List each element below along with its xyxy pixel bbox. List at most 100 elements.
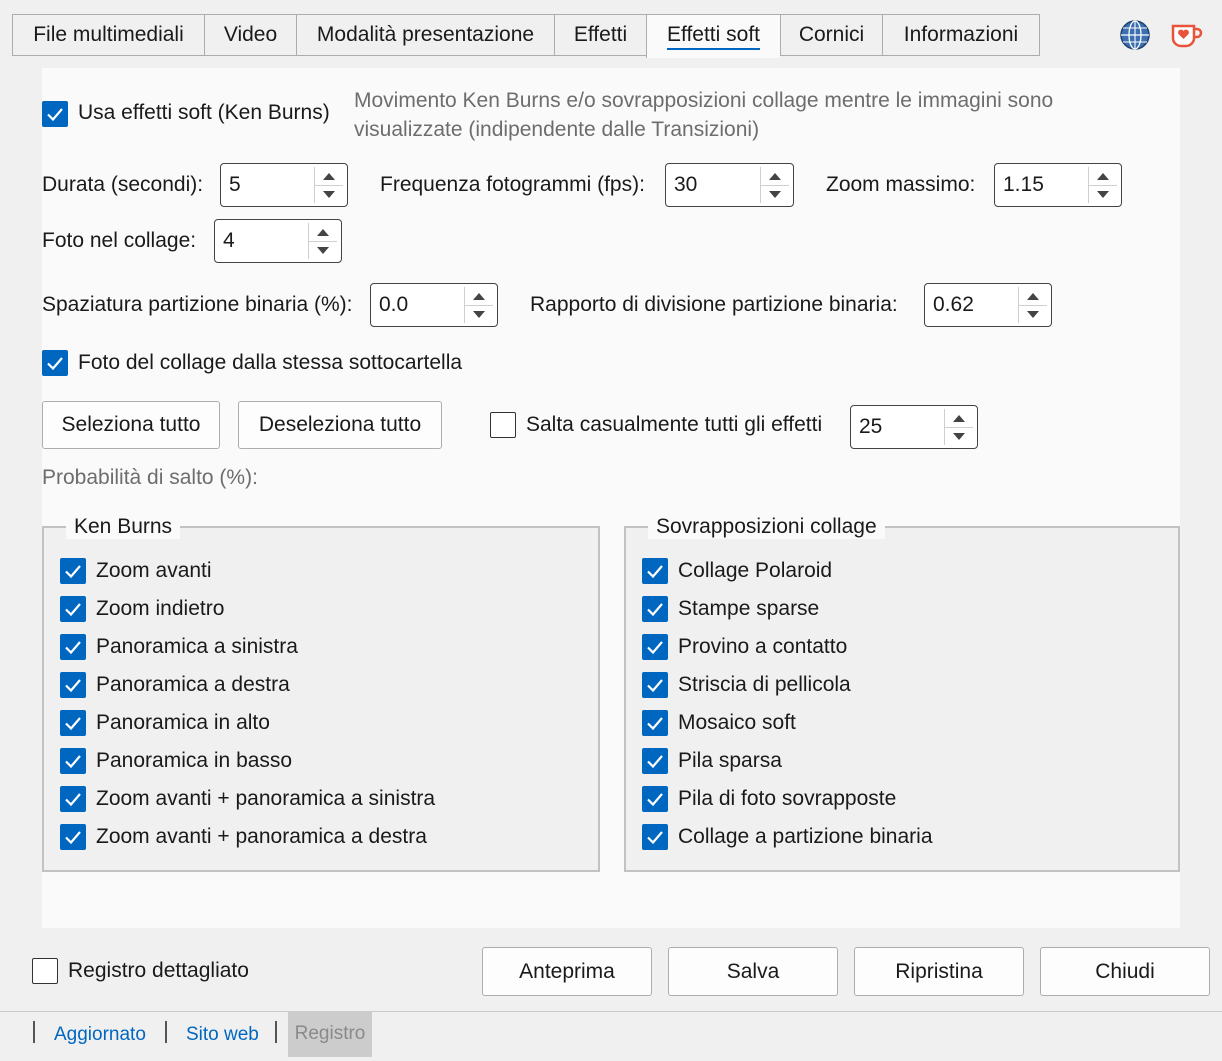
- tab-media-files[interactable]: File multimediali: [12, 14, 204, 56]
- verbose-log-checkbox[interactable]: [32, 958, 58, 984]
- list-item-label: Panoramica in basso: [96, 749, 293, 772]
- status-separator: [275, 1021, 277, 1043]
- max-zoom-value: 1.15: [1003, 173, 1044, 196]
- list-item-checkbox[interactable]: [642, 786, 668, 812]
- list-item-checkbox[interactable]: [60, 786, 86, 812]
- list-item-checkbox[interactable]: [642, 824, 668, 850]
- list-item-checkbox[interactable]: [642, 558, 668, 584]
- list-item-label: Zoom avanti + panoramica a destra: [96, 825, 427, 848]
- tab-info[interactable]: Informazioni: [882, 14, 1040, 56]
- list-item-checkbox[interactable]: [60, 672, 86, 698]
- collage-photos-spinner[interactable]: 4: [214, 219, 342, 263]
- same-folder-checkbox[interactable]: [42, 350, 68, 376]
- tab-presentation-mode[interactable]: Modalità presentazione: [296, 14, 554, 56]
- close-button[interactable]: Chiudi: [1040, 947, 1210, 996]
- triangle-down-icon: [953, 432, 965, 440]
- bsp-ratio-spinner[interactable]: 0.62: [924, 283, 1052, 327]
- reset-button[interactable]: Ripristina: [854, 947, 1024, 996]
- triangle-up-icon: [473, 292, 485, 300]
- spin-down-button[interactable]: [315, 185, 343, 203]
- list-item-label: Panoramica a destra: [96, 673, 290, 696]
- list-item-checkbox[interactable]: [60, 596, 86, 622]
- list-item-label: Zoom avanti: [96, 559, 212, 582]
- tab-effects[interactable]: Effetti: [554, 14, 646, 56]
- status-separator: [165, 1021, 167, 1043]
- list-item-checkbox[interactable]: [60, 558, 86, 584]
- triangle-up-icon: [769, 172, 781, 180]
- list-item-label: Mosaico soft: [678, 711, 796, 734]
- tab-video[interactable]: Video: [204, 14, 296, 56]
- list-item-label: Collage Polaroid: [678, 559, 833, 582]
- triangle-up-icon: [323, 172, 335, 180]
- max-zoom-label: Zoom massimo:: [826, 173, 976, 196]
- list-item-checkbox[interactable]: [642, 634, 668, 660]
- select-all-button[interactable]: Seleziona tutto: [42, 401, 220, 449]
- verbose-log-label: Registro dettagliato: [68, 959, 249, 982]
- save-button[interactable]: Salva: [668, 947, 838, 996]
- list-item-checkbox[interactable]: [642, 748, 668, 774]
- spin-up-button[interactable]: [1089, 167, 1117, 186]
- list-item-label: Pila di foto sovrapposte: [678, 787, 897, 810]
- bsp-ratio-label: Rapporto di divisione partizione binaria…: [530, 293, 898, 316]
- list-item-checkbox[interactable]: [642, 710, 668, 736]
- skip-probability-spinner[interactable]: 25: [850, 405, 978, 449]
- list-item-checkbox[interactable]: [60, 748, 86, 774]
- list-item-label: Striscia di pellicola: [678, 673, 851, 696]
- preview-button[interactable]: Anteprima: [482, 947, 652, 996]
- check-icon: [47, 108, 63, 122]
- tab-frames[interactable]: Cornici: [780, 14, 882, 56]
- list-item-label: Zoom avanti + panoramica a sinistra: [96, 787, 436, 810]
- check-icon: [647, 641, 663, 655]
- spin-down-button[interactable]: [761, 185, 789, 203]
- triangle-up-icon: [317, 228, 329, 236]
- updated-link[interactable]: Aggiornato: [54, 1024, 146, 1046]
- spin-up-button[interactable]: [315, 167, 343, 186]
- tab-soft-effects[interactable]: Effetti soft: [646, 14, 780, 58]
- spin-down-button[interactable]: [309, 241, 337, 259]
- fps-label: Frequenza fotogrammi (fps):: [380, 173, 645, 196]
- skip-probability-label: Probabilità di salto (%):: [42, 466, 258, 489]
- check-icon: [65, 831, 81, 845]
- list-item-label: Panoramica a sinistra: [96, 635, 298, 658]
- spin-down-button[interactable]: [1089, 185, 1117, 203]
- spin-down-button[interactable]: [1019, 305, 1047, 323]
- log-button[interactable]: Registro: [288, 1011, 372, 1057]
- status-separator: [33, 1021, 35, 1043]
- globe-icon[interactable]: [1119, 19, 1151, 51]
- list-item-label: Zoom indietro: [96, 597, 225, 620]
- spin-up-button[interactable]: [465, 287, 493, 306]
- bsp-spacing-spinner[interactable]: 0.0: [370, 283, 498, 327]
- spin-up-button[interactable]: [945, 409, 973, 428]
- use-soft-effects-checkbox[interactable]: [42, 101, 68, 127]
- collage-photos-label: Foto nel collage:: [42, 229, 197, 252]
- coffee-heart-icon[interactable]: [1170, 21, 1204, 49]
- same-folder-label: Foto del collage dalla stessa sottocarte…: [78, 351, 463, 374]
- spin-up-button[interactable]: [761, 167, 789, 186]
- list-item-label: Pila sparsa: [678, 749, 782, 772]
- spin-down-button[interactable]: [465, 305, 493, 323]
- check-icon: [65, 717, 81, 731]
- list-item-checkbox[interactable]: [60, 824, 86, 850]
- list-item-checkbox[interactable]: [642, 596, 668, 622]
- triangle-down-icon: [1027, 310, 1039, 318]
- spin-down-button[interactable]: [945, 427, 973, 445]
- check-icon: [65, 565, 81, 579]
- max-zoom-spinner[interactable]: 1.15: [994, 163, 1122, 207]
- list-item-checkbox[interactable]: [60, 710, 86, 736]
- collage-photos-value: 4: [223, 229, 235, 252]
- deselect-all-button[interactable]: Deseleziona tutto: [238, 401, 442, 449]
- triangle-up-icon: [1097, 172, 1109, 180]
- check-icon: [65, 603, 81, 617]
- spin-up-button[interactable]: [309, 223, 337, 242]
- duration-spinner[interactable]: 5: [220, 163, 348, 207]
- triangle-down-icon: [317, 246, 329, 254]
- fps-spinner[interactable]: 30: [665, 163, 794, 207]
- website-link[interactable]: Sito web: [186, 1024, 259, 1046]
- list-item-checkbox[interactable]: [642, 672, 668, 698]
- random-skip-checkbox[interactable]: [490, 412, 516, 438]
- list-item-label: Panoramica in alto: [96, 711, 270, 734]
- status-bar: [0, 1011, 1222, 1061]
- spin-up-button[interactable]: [1019, 287, 1047, 306]
- list-item-checkbox[interactable]: [60, 634, 86, 660]
- check-icon: [65, 641, 81, 655]
